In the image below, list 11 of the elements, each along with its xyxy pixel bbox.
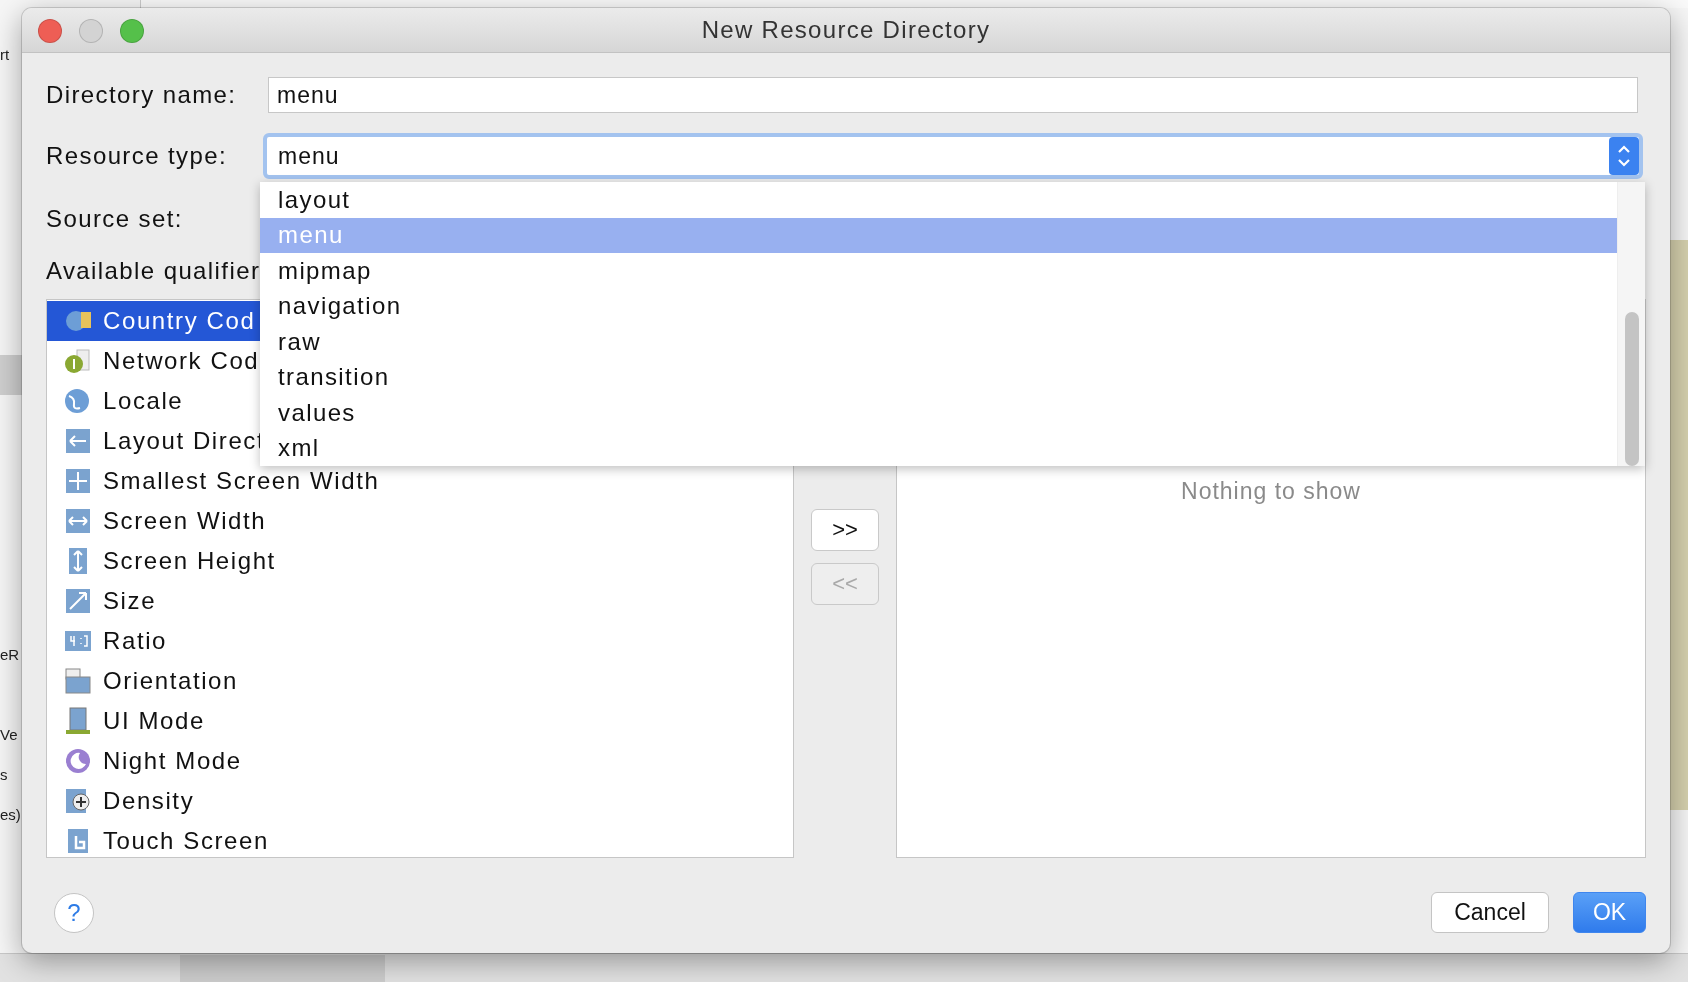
field-label: Resource type: (46, 142, 228, 170)
background-text: s (0, 765, 8, 785)
background-text: eR (0, 645, 20, 665)
empty-message: Nothing to show (1181, 478, 1361, 506)
field-label: Source set: (46, 205, 183, 233)
background-text: rt (0, 45, 10, 65)
background-text: es) (0, 805, 21, 825)
section-label: Available qualifier (46, 257, 261, 285)
window-title: New Resource Directory (701, 16, 991, 44)
background-text: Ve (0, 725, 18, 745)
field-label: Directory name: (46, 81, 238, 109)
